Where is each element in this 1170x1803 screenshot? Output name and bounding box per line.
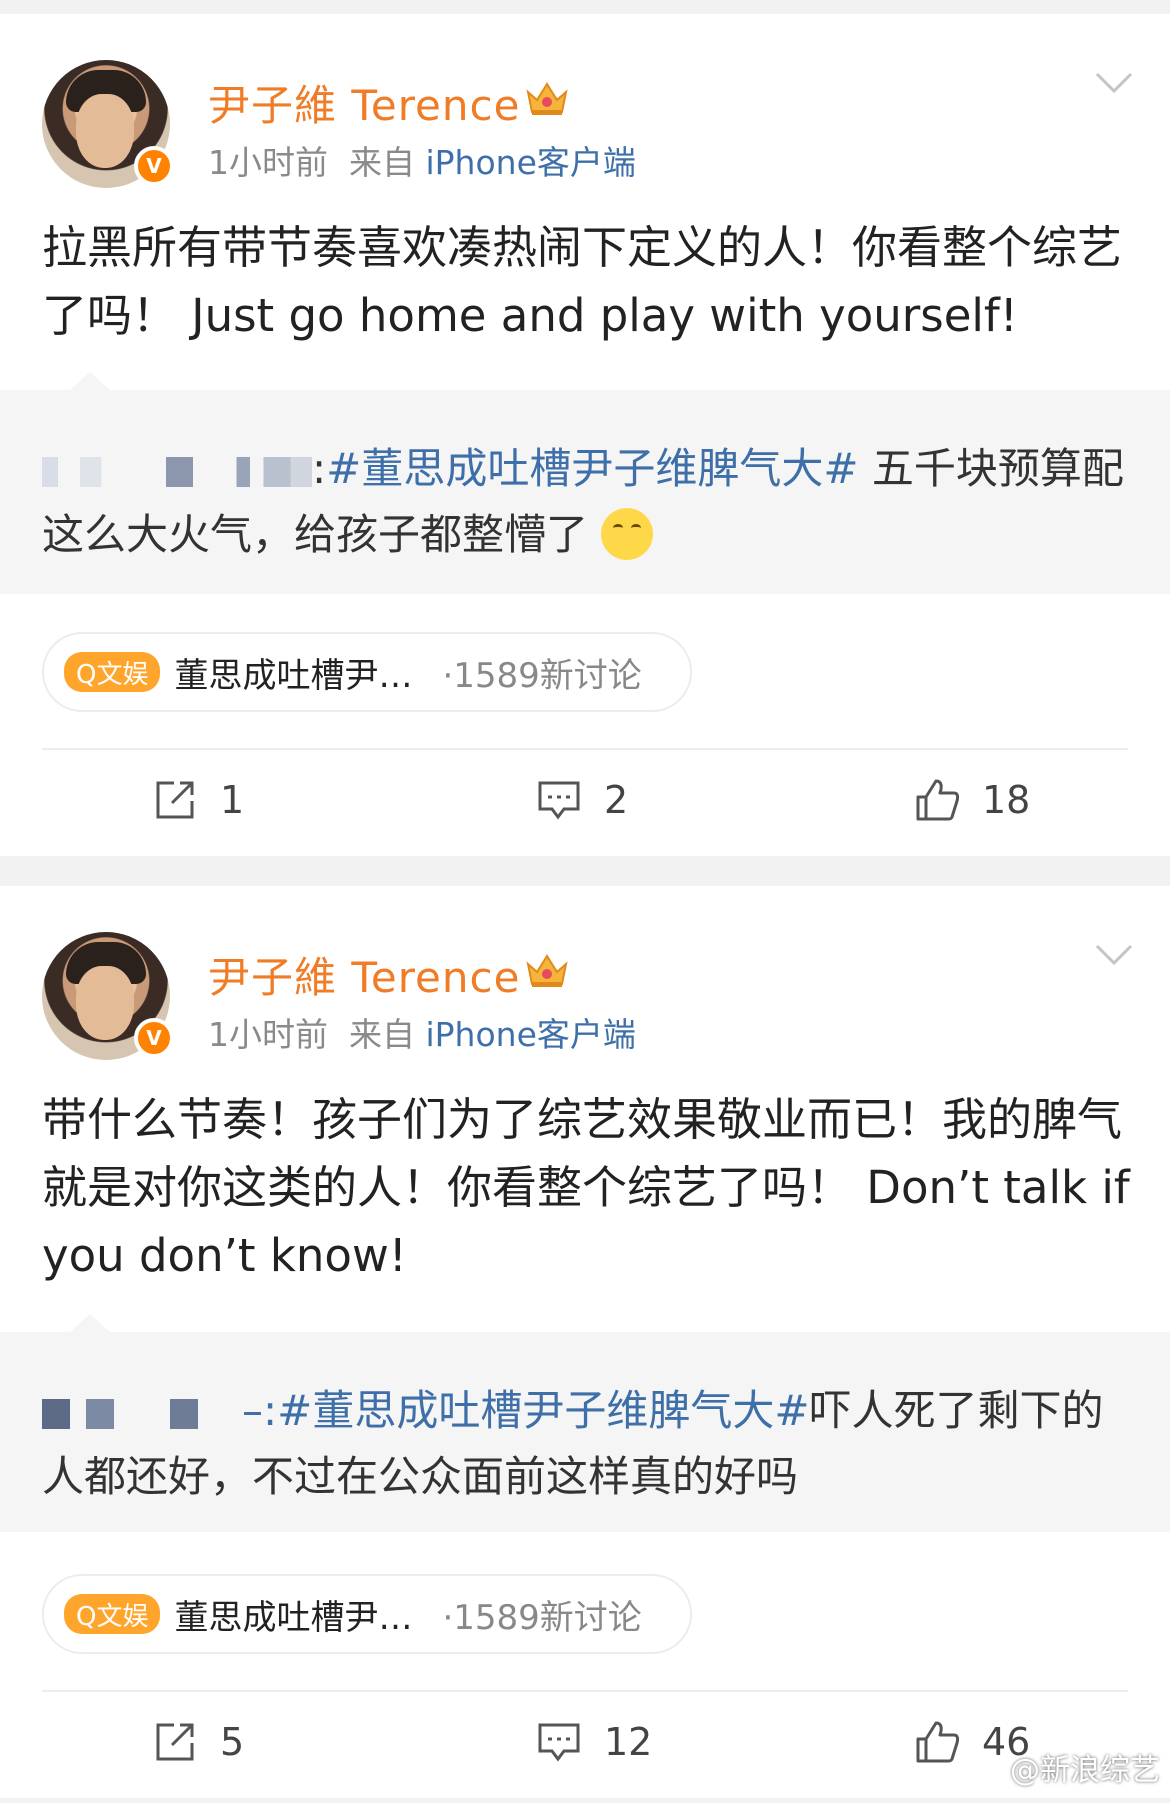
post-card: V 尹子維 Terence 1小时前 来自 iPhone客户端 带什么节奏！孩子… — [0, 886, 1170, 1798]
post-time: 1小时前 — [208, 1015, 328, 1054]
repost-icon — [156, 1723, 194, 1761]
like-icon — [916, 1721, 960, 1763]
topic-count: ·1589新讨论 — [442, 655, 642, 696]
divider — [42, 748, 1128, 750]
watermark: @新浪综艺 — [968, 1745, 1160, 1789]
quoted-post[interactable]: :#董思成吐槽尹子维脾气大# 五千块预算配这么大火气，给孩子都整懵了 — [0, 372, 1170, 594]
avatar-face — [76, 966, 134, 1040]
post-time: 1小时前 — [208, 143, 328, 182]
hashtag-link[interactable]: #董思成吐槽尹子维脾气大# — [277, 1386, 809, 1435]
repost-button[interactable]: 1 — [152, 770, 244, 830]
comment-icon — [538, 1723, 580, 1762]
comment-button[interactable]: 2 — [536, 770, 628, 830]
topic-count: ·1589新讨论 — [442, 1597, 642, 1638]
verified-badge-icon: V — [134, 146, 174, 186]
post-card: V 尹子維 Terence 1小时前 来自 iPhone客户端 拉黑所有带节奏喜… — [0, 14, 1170, 856]
post-text: 拉黑所有带节奏喜欢凑热闹下定义的人！你看整个综艺了吗！ Just go home… — [42, 221, 1123, 342]
blurred-username — [42, 456, 312, 487]
comment-icon — [538, 781, 580, 820]
quote-prefix: –: — [242, 1386, 278, 1435]
post-source[interactable]: iPhone客户端 — [425, 143, 635, 182]
chevron-down-icon[interactable] — [1094, 942, 1134, 968]
chevron-down-icon[interactable] — [1094, 70, 1134, 96]
avatar[interactable]: V — [42, 60, 174, 188]
topic-name: 董思成吐槽尹… — [174, 1597, 413, 1638]
post-header: V 尹子維 Terence 1小时前 来自 iPhone客户端 — [0, 14, 1170, 188]
username[interactable]: 尹子維 Terence — [208, 72, 520, 133]
post-source[interactable]: iPhone客户端 — [425, 1015, 635, 1054]
post-header: V 尹子維 Terence 1小时前 来自 iPhone客户端 — [0, 886, 1170, 1060]
repost-button[interactable]: 5 — [152, 1712, 244, 1772]
comment-button[interactable]: 12 — [536, 1712, 652, 1772]
quote-notch — [70, 1314, 110, 1332]
quote-notch — [70, 372, 110, 390]
source-prefix: 来自 — [348, 1015, 415, 1054]
avatar-face — [76, 94, 134, 168]
repost-count: 1 — [220, 778, 245, 822]
weibo-logo-icon — [968, 1753, 1003, 1782]
quote-prefix: : — [312, 444, 327, 493]
topic-pill: Q文娱 — [64, 652, 161, 692]
avatar[interactable]: V — [42, 932, 174, 1060]
post-meta: 1小时前 来自 iPhone客户端 — [208, 136, 636, 184]
comment-count: 12 — [604, 1720, 653, 1764]
like-count: 18 — [982, 778, 1031, 822]
source-prefix: 来自 — [348, 143, 415, 182]
watermark-text: @新浪综艺 — [1010, 1753, 1160, 1788]
blurred-username — [42, 1398, 242, 1429]
topic-chip[interactable]: Q文娱 董思成吐槽尹… ·1589新讨论 — [42, 1574, 692, 1654]
hashtag-link[interactable]: #董思成吐槽尹子维脾气大# — [326, 444, 858, 493]
weibo-feed: V 尹子維 Terence 1小时前 来自 iPhone客户端 拉黑所有带节奏喜… — [0, 0, 1170, 1803]
like-button[interactable]: 18 — [914, 770, 1030, 830]
repost-count: 5 — [220, 1720, 245, 1764]
topic-name: 董思成吐槽尹… — [174, 655, 413, 696]
repost-icon — [156, 781, 194, 819]
post-text: 带什么节奏！孩子们为了综艺效果敬业而已！我的脾气就是对你这类的人！你看整个综艺了… — [42, 1093, 1130, 1282]
topic-chip[interactable]: Q文娱 董思成吐槽尹… ·1589新讨论 — [42, 632, 692, 712]
quoted-post[interactable]: –:#董思成吐槽尹子维脾气大#吓人死了剩下的人都还好，不过在公众面前这样真的好吗 — [0, 1314, 1170, 1532]
comment-count: 2 — [604, 778, 629, 822]
divider — [42, 1690, 1128, 1692]
topic-pill: Q文娱 — [64, 1594, 161, 1634]
post-meta: 1小时前 来自 iPhone客户端 — [208, 1008, 636, 1056]
crown-icon[interactable] — [524, 950, 570, 990]
like-icon — [916, 779, 960, 821]
username[interactable]: 尹子維 Terence — [208, 944, 520, 1005]
crown-icon[interactable] — [524, 78, 570, 118]
verified-badge-icon: V — [134, 1018, 174, 1058]
emoji-thinking-icon — [601, 507, 654, 560]
